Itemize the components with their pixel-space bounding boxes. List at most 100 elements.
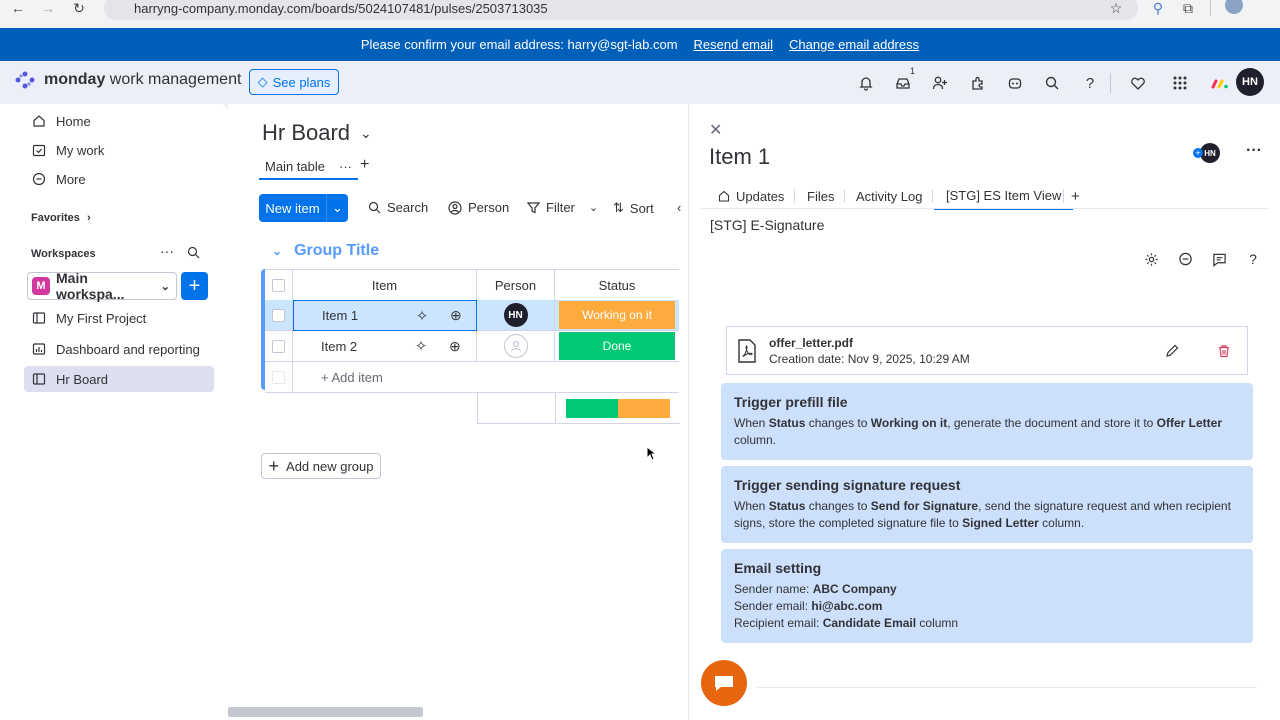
sidebar-item-my-work[interactable]: My work [24, 137, 214, 163]
status-cell[interactable]: Done [555, 331, 679, 362]
file-card[interactable]: offer_letter.pdf Creation date: Nov 9, 2… [726, 326, 1248, 375]
pdf-file-icon [738, 338, 756, 363]
see-plans-button[interactable]: ◇ See plans [249, 69, 339, 95]
ai-assistant-icon[interactable] [1005, 73, 1025, 93]
column-header-item[interactable]: Item [293, 270, 477, 301]
extensions-icon[interactable]: ⧉ [1176, 0, 1200, 16]
add-update-icon[interactable]: ⊕ [449, 338, 461, 355]
monday-logo[interactable]: monday work management [14, 70, 241, 90]
ai-sparkle-icon[interactable]: ✧ [394, 307, 450, 325]
table-row[interactable]: Item 1 ✧ ⊕ HN Working on it [265, 300, 679, 331]
select-all-cell[interactable] [265, 270, 293, 301]
sidebar-item-label: More [56, 171, 86, 187]
workspace-badge: M [32, 277, 50, 295]
item-options-icon[interactable]: ··· [1246, 142, 1262, 160]
add-workspace-item-button[interactable]: + [181, 272, 208, 300]
change-email-link[interactable]: Change email address [789, 37, 919, 52]
group-header[interactable]: ⌄ Group Title [272, 242, 379, 260]
table-row[interactable]: Item 2 ✧ ⊕ Done [265, 331, 679, 362]
invite-members-icon[interactable] [930, 73, 950, 93]
column-header-status[interactable]: Status [555, 270, 679, 301]
status-summary-cell[interactable] [556, 393, 680, 424]
sidebar-item-dashboard[interactable]: Dashboard and reporting [24, 336, 214, 362]
person-cell[interactable] [477, 331, 555, 362]
plus-icon: + [268, 455, 280, 476]
filter-tool[interactable]: Filter ⌄ [527, 200, 598, 215]
workspace-selector[interactable]: M Main workspa... ⌄ [27, 270, 177, 302]
pencil-edit-icon[interactable] [1165, 344, 1179, 358]
select-all-checkbox[interactable] [272, 278, 285, 292]
close-icon[interactable]: ✕ [709, 120, 722, 140]
person-cell[interactable]: HN [477, 300, 555, 331]
subscribers[interactable]: + HN [1193, 143, 1220, 163]
inbox-icon[interactable] [893, 73, 913, 93]
tab-activity-log[interactable]: Activity Log [856, 182, 922, 210]
trash-delete-icon[interactable] [1217, 344, 1231, 358]
workspace-search-icon[interactable] [187, 246, 200, 259]
column-header-person[interactable]: Person [477, 270, 555, 301]
favorites-section[interactable]: Favorites › [31, 212, 91, 224]
reload-icon[interactable]: ↻ [67, 0, 91, 16]
monday-products-icon[interactable] [1210, 73, 1230, 93]
item-name-cell[interactable]: Item 2 ✧ ⊕ [293, 331, 477, 362]
add-new-group-button[interactable]: + Add new group [261, 453, 381, 479]
trigger-signature-card: Trigger sending signature request When S… [721, 466, 1253, 543]
header-divider [1110, 73, 1111, 93]
chevron-down-icon[interactable]: ⌄ [326, 194, 348, 222]
add-view-plus-icon[interactable]: + [360, 156, 369, 174]
resend-email-link[interactable]: Resend email [694, 37, 774, 52]
chevron-down-icon[interactable]: ⌄ [272, 244, 282, 258]
add-item-row[interactable]: + Add item [265, 362, 679, 393]
sidebar-item-more[interactable]: More [24, 166, 214, 192]
add-update-icon[interactable]: ⊕ [450, 307, 462, 324]
settings-gear-icon[interactable] [1142, 250, 1160, 268]
feedback-icon[interactable] [1210, 250, 1228, 268]
add-item-input[interactable]: + Add item [293, 362, 679, 393]
extension-search-icon[interactable]: ⚲ [1146, 0, 1170, 16]
row-checkbox[interactable] [272, 339, 285, 353]
chevron-down-icon[interactable]: ⌄ [589, 201, 598, 214]
status-distribution-bar[interactable] [566, 398, 670, 418]
workspace-options-icon[interactable]: ··· [160, 243, 174, 259]
trigger-prefill-card: Trigger prefill file When Status changes… [721, 383, 1253, 460]
apps-marketplace-icon[interactable] [968, 73, 988, 93]
item-name-cell[interactable]: Item 1 ✧ ⊕ [293, 300, 477, 331]
app-grid-icon[interactable] [1170, 73, 1190, 93]
sidebar-item-hr-board[interactable]: Hr Board [24, 366, 214, 392]
sidebar-item-home[interactable]: Home [24, 108, 214, 134]
profile-avatar[interactable] [1225, 0, 1243, 14]
collapse-toolbar-icon[interactable]: ‹ [677, 200, 681, 215]
chat-widget-button[interactable] [701, 660, 747, 706]
user-avatar[interactable]: HN [1236, 68, 1264, 96]
row-select-cell[interactable] [265, 331, 293, 362]
address-bar[interactable]: harryng-company.monday.com/boards/502410… [104, 0, 1138, 20]
sort-tool[interactable]: ⇅ Sort [613, 200, 654, 216]
person-filter-tool[interactable]: Person [448, 200, 509, 215]
tab-es-item-view[interactable]: [STG] ES Item View [934, 182, 1074, 210]
ai-sparkle-icon[interactable]: ✧ [393, 337, 449, 355]
tab-files[interactable]: Files [807, 182, 834, 210]
back-icon[interactable]: ← [6, 0, 30, 16]
row-select-cell[interactable] [265, 300, 293, 331]
item-title[interactable]: Item 1 [709, 144, 770, 170]
bell-icon[interactable] [856, 73, 876, 93]
bookmark-star-icon[interactable]: ☆ [1104, 0, 1128, 16]
search-tool[interactable]: Search [368, 200, 428, 215]
sidebar-item-my-first-project[interactable]: My First Project [24, 305, 214, 331]
row-checkbox[interactable] [272, 308, 285, 322]
tab-options-icon[interactable]: ··· [339, 159, 352, 174]
horizontal-scrollbar[interactable] [228, 707, 423, 717]
tab-updates[interactable]: Updates [718, 182, 784, 210]
help-icon[interactable]: ? [1080, 73, 1100, 93]
board-title[interactable]: Hr Board ⌄ [262, 120, 372, 146]
new-item-button[interactable]: New item ⌄ [259, 194, 348, 222]
add-tab-plus-icon[interactable]: + [1071, 182, 1080, 210]
tab-main-table[interactable]: Main table ··· [259, 154, 358, 180]
chat-support-icon[interactable] [1176, 250, 1194, 268]
file-name[interactable]: offer_letter.pdf [769, 335, 1153, 351]
status-cell[interactable]: Working on it [555, 300, 679, 331]
heart-icon[interactable] [1128, 73, 1148, 93]
search-icon[interactable] [1042, 73, 1062, 93]
forward-icon[interactable]: → [36, 0, 60, 16]
help-icon[interactable]: ? [1244, 250, 1262, 268]
